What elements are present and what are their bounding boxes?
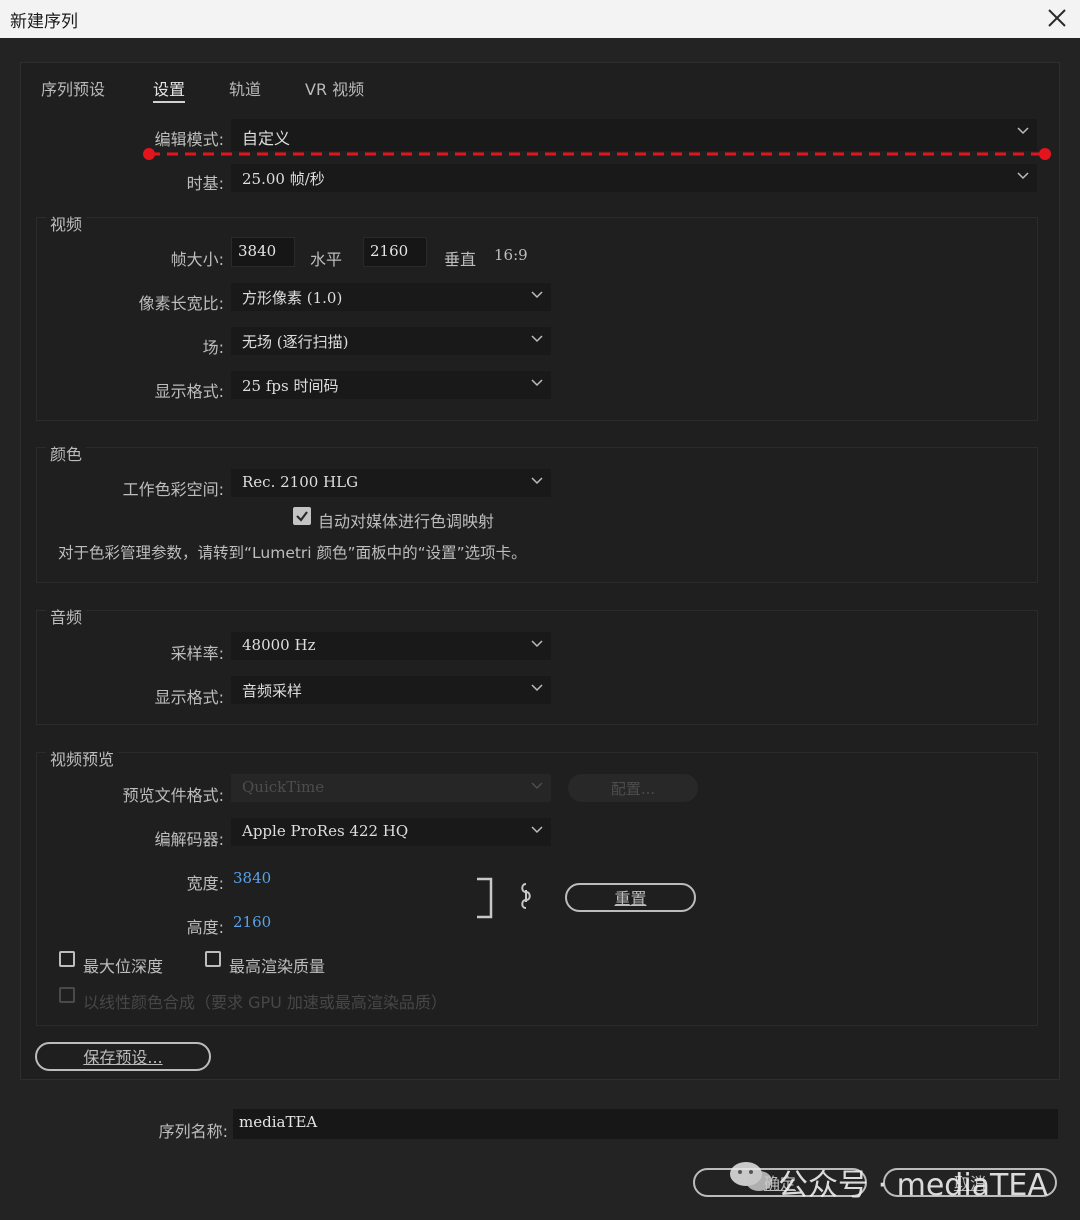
window-title: 新建序列 (10, 12, 78, 32)
tab-vr-video[interactable]: VR 视频 (305, 76, 364, 100)
chevron-down-icon (531, 640, 543, 648)
video-display-format-label: 显示格式: (154, 382, 224, 401)
wechat-logo-icon (730, 1162, 772, 1191)
horizontal-label: 水平 (310, 250, 343, 269)
preview-width-value[interactable]: 3840 (233, 869, 271, 887)
auto-tone-map-checkbox[interactable] (292, 506, 312, 526)
linear-color-checkbox (59, 987, 75, 1003)
chevron-down-icon (531, 826, 543, 834)
frame-height-input[interactable]: 2160 (363, 237, 427, 267)
link-icon[interactable] (517, 882, 535, 910)
pixel-aspect-value: 方形像素 (1.0) (242, 289, 343, 307)
tab-sequence-presets[interactable]: 序列预设 (41, 76, 105, 100)
sample-rate-dropdown[interactable]: 48000 Hz (231, 632, 551, 660)
preview-file-format-dropdown: QuickTime (231, 774, 551, 802)
color-management-note: 对于色彩管理参数，请转到“Lumetri 颜色”面板中的“设置”选项卡。 (58, 544, 527, 562)
chevron-down-icon (1017, 172, 1029, 180)
pixel-aspect-dropdown[interactable]: 方形像素 (1.0) (231, 283, 551, 311)
max-render-quality-label[interactable]: 最高渲染质量 (229, 953, 325, 977)
video-preview-group-title: 视频预览 (46, 746, 119, 770)
preview-file-format-value: QuickTime (242, 778, 325, 796)
codec-label: 编解码器: (154, 830, 224, 849)
fields-label: 场: (202, 338, 224, 357)
audio-group-title: 音频 (46, 604, 87, 628)
watermark-text: 公众号 · mediaTEA (778, 1168, 1048, 1203)
max-bit-depth-checkbox[interactable] (59, 951, 75, 967)
preview-height-value[interactable]: 2160 (233, 913, 271, 931)
audio-display-format-label: 显示格式: (154, 688, 224, 707)
sequence-name-label: 序列名称: (158, 1122, 228, 1141)
configure-button: 配置... (568, 774, 698, 802)
codec-value: Apple ProRes 422 HQ (242, 822, 409, 840)
pixel-aspect-label: 像素长宽比: (138, 294, 224, 313)
chevron-down-icon (531, 335, 543, 343)
working-color-space-label: 工作色彩空间: (122, 480, 224, 499)
fields-value: 无场 (逐行扫描) (242, 333, 349, 351)
preview-file-format-label: 预览文件格式: (122, 786, 224, 805)
fields-dropdown[interactable]: 无场 (逐行扫描) (231, 327, 551, 355)
chevron-down-icon (531, 291, 543, 299)
frame-size-label: 帧大小: (170, 250, 224, 269)
video-display-format-value: 25 fps 时间码 (242, 377, 339, 395)
chevron-down-icon (531, 477, 543, 485)
chevron-down-icon (531, 782, 543, 790)
preview-height-label: 高度: (186, 918, 224, 937)
linear-color-label: 以线性颜色合成（要求 GPU 加速或最高渲染品质） (83, 993, 447, 1012)
codec-dropdown[interactable]: Apple ProRes 422 HQ (231, 818, 551, 846)
video-display-format-dropdown[interactable]: 25 fps 时间码 (231, 371, 551, 399)
working-color-space-dropdown[interactable]: Rec. 2100 HLG (231, 469, 551, 497)
vertical-label: 垂直 (444, 250, 477, 269)
audio-display-format-value: 音频采样 (242, 682, 303, 700)
sequence-name-input[interactable]: mediaTEA (233, 1109, 1058, 1139)
video-group-title: 视频 (46, 211, 87, 235)
tab-settings[interactable]: 设置 (153, 76, 186, 103)
chevron-down-icon (1017, 127, 1029, 135)
aspect-ratio-text: 16:9 (494, 246, 528, 264)
bracket-icon (477, 877, 493, 919)
timebase-label: 时基: (186, 174, 224, 193)
sample-rate-value: 48000 Hz (242, 636, 316, 654)
max-bit-depth-label[interactable]: 最大位深度 (83, 953, 163, 977)
chevron-down-icon (531, 684, 543, 692)
audio-display-format-dropdown[interactable]: 音频采样 (231, 676, 551, 704)
save-preset-button[interactable]: 保存预设... (35, 1042, 211, 1071)
auto-tone-map-label[interactable]: 自动对媒体进行色调映射 (318, 508, 494, 532)
color-group-title: 颜色 (46, 441, 87, 465)
frame-width-input[interactable]: 3840 (231, 237, 295, 267)
close-icon[interactable] (1043, 4, 1071, 32)
max-render-quality-checkbox[interactable] (205, 951, 221, 967)
chevron-down-icon (531, 379, 543, 387)
timebase-value: 25.00 帧/秒 (242, 170, 325, 188)
reset-button[interactable]: 重置 (565, 883, 696, 912)
tab-tracks[interactable]: 轨道 (229, 76, 261, 100)
preview-width-label: 宽度: (186, 874, 224, 893)
annotation-dashed-line (143, 148, 1051, 160)
sample-rate-label: 采样率: (170, 644, 224, 663)
working-color-space-value: Rec. 2100 HLG (242, 473, 359, 491)
timebase-dropdown[interactable]: 25.00 帧/秒 (231, 164, 1037, 192)
title-bar: 新建序列 (0, 0, 1080, 38)
